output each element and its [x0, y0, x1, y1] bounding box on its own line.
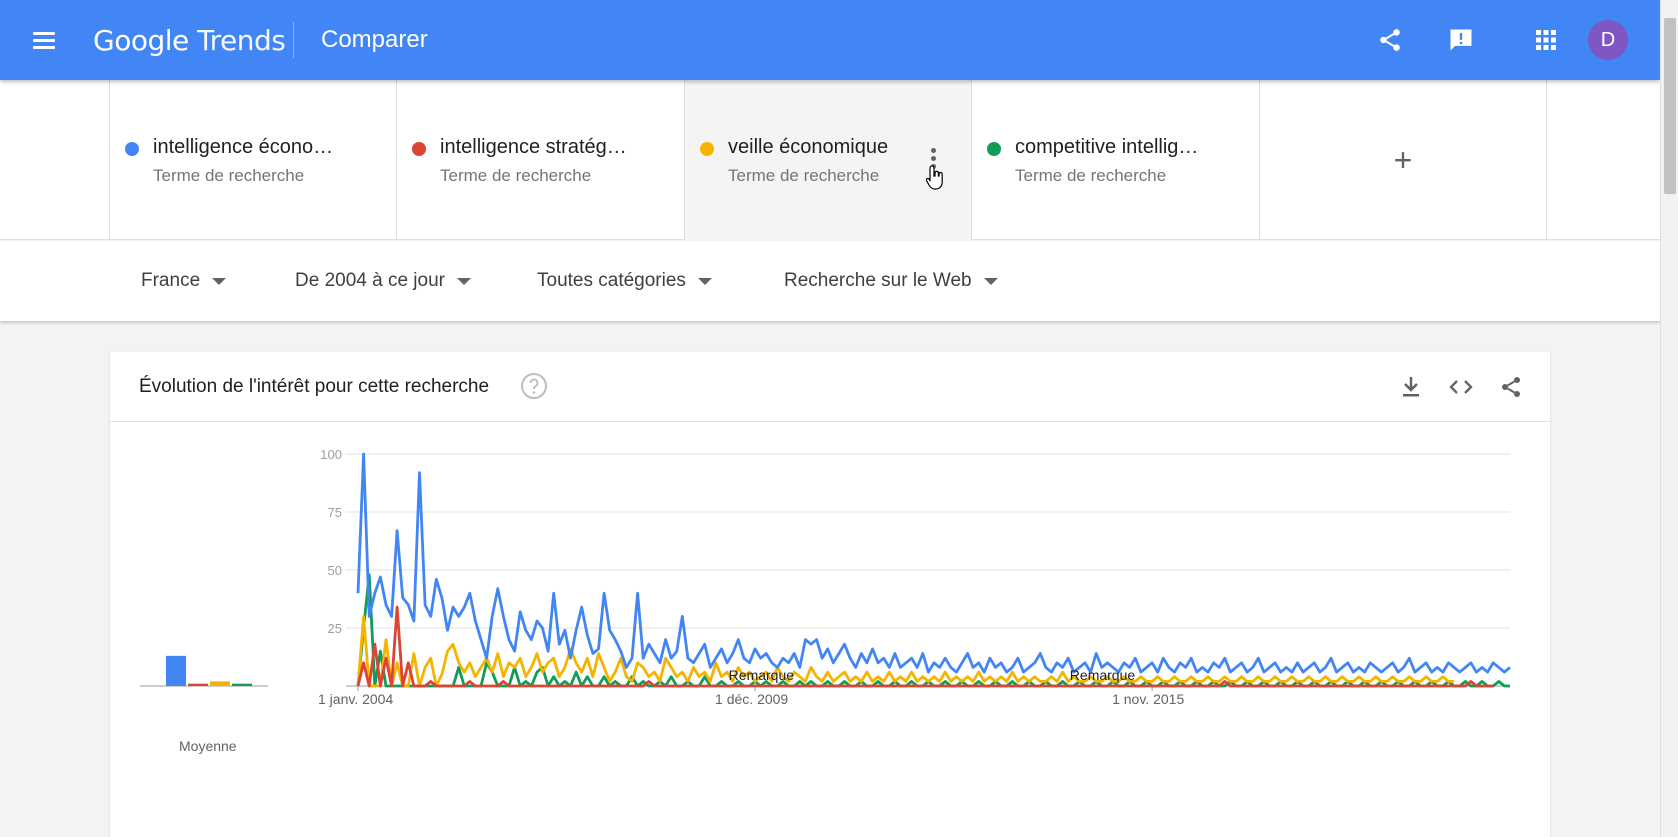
add-term-button[interactable]: + [1259, 80, 1547, 240]
y-tick-label: 25 [328, 621, 342, 636]
region-dropdown[interactable]: France [141, 241, 227, 321]
series-line [356, 614, 1455, 688]
average-bar [188, 683, 208, 686]
term-type: Terme de recherche [153, 166, 305, 185]
series-line [356, 452, 1511, 674]
hand-cursor-icon [926, 165, 943, 190]
annotation-label: Remarque [1070, 667, 1136, 683]
page-title: Comparer [321, 26, 428, 53]
category-dropdown[interactable]: Toutes catégories [537, 241, 712, 321]
filter-bar: France De 2004 à ce jour Toutes catégori… [0, 241, 1660, 321]
average-label: Moyenne [179, 738, 237, 754]
logo-trends-text: Trends [197, 24, 286, 57]
compare-terms-bar: intelligence écono… Terme de recherche i… [0, 80, 1660, 240]
vertical-scrollbar[interactable] [1660, 0, 1678, 837]
term-color-dot [987, 142, 1001, 156]
search-type-dropdown[interactable]: Recherche sur le Web [784, 241, 998, 321]
y-tick-label: 100 [320, 447, 342, 462]
chevron-down-icon [212, 277, 227, 285]
menu-icon[interactable] [30, 26, 58, 54]
term-card-3[interactable]: veille économique Terme de recherche [684, 80, 972, 240]
feedback-icon[interactable] [1441, 20, 1481, 60]
term-card-2[interactable]: intelligence stratég… Terme de recherche [396, 80, 684, 240]
embed-icon[interactable] [1446, 372, 1476, 402]
add-icon: + [1393, 142, 1413, 178]
term-card-1[interactable]: intelligence écono… Terme de recherche [109, 80, 397, 240]
term-type: Terme de recherche [440, 166, 592, 185]
google-trends-logo[interactable]: Google Trends [93, 24, 286, 57]
term-name: competitive intellig… [1015, 136, 1199, 158]
header-divider [293, 22, 294, 58]
term-name: veille économique [728, 136, 889, 158]
interest-over-time-card: Évolution de l'intérêt pour cette recher… [110, 352, 1550, 837]
scrollbar-thumb[interactable] [1664, 18, 1676, 194]
term-color-dot [412, 142, 426, 156]
term-type: Terme de recherche [728, 166, 880, 185]
interest-chart[interactable]: 25 50 75 100 1 janv. 2004 1 déc. 2009 1 nov. 2… [110, 422, 1550, 762]
avatar[interactable]: D [1588, 20, 1628, 60]
term-color-dot [700, 142, 714, 156]
chevron-down-icon [457, 277, 471, 285]
period-dropdown[interactable]: De 2004 à ce jour [295, 241, 471, 321]
y-tick-label: 75 [328, 505, 342, 520]
card-title: Évolution de l'intérêt pour cette recher… [139, 376, 490, 397]
share-icon[interactable] [1370, 20, 1410, 60]
card-header: Évolution de l'intérêt pour cette recher… [110, 352, 1550, 422]
average-bar [166, 655, 186, 686]
average-bar [210, 681, 230, 686]
x-tick-label: 1 déc. 2009 [715, 691, 788, 707]
logo-google-text: Google [93, 24, 189, 57]
term-color-dot [125, 142, 139, 156]
term-card-4[interactable]: competitive intellig… Terme de recherche [971, 80, 1259, 240]
region-value: France [141, 270, 201, 291]
download-icon[interactable] [1396, 372, 1426, 402]
search-type-value: Recherche sur le Web [784, 270, 972, 291]
category-value: Toutes catégories [537, 270, 686, 291]
help-icon[interactable] [520, 372, 548, 400]
term-name: intelligence écono… [153, 136, 334, 158]
term-type: Terme de recherche [1015, 166, 1167, 185]
average-bar [232, 683, 252, 686]
term-name: intelligence stratég… [440, 136, 627, 158]
period-value: De 2004 à ce jour [295, 270, 445, 291]
y-tick-label: 50 [328, 563, 342, 578]
chevron-down-icon [983, 277, 998, 285]
card-share-icon[interactable] [1496, 372, 1526, 402]
annotation-label: Remarque [729, 667, 795, 683]
apps-icon[interactable] [1526, 20, 1566, 60]
chevron-down-icon [697, 277, 712, 285]
x-tick-label: 1 nov. 2015 [1112, 691, 1184, 707]
x-tick-label: 1 janv. 2004 [318, 691, 393, 707]
top-app-bar: Google Trends Comparer D [0, 0, 1660, 80]
